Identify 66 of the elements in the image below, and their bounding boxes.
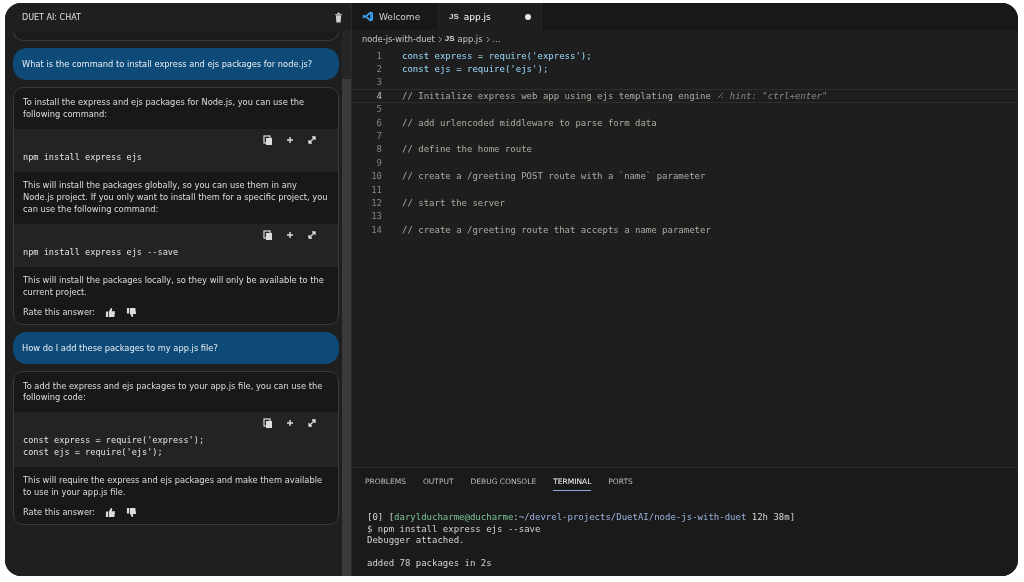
line-number: 13: [370, 211, 383, 222]
terminal-line: Debugger attached.: [367, 535, 465, 545]
line-number: 11: [370, 184, 383, 195]
plus-icon[interactable]: [285, 229, 295, 240]
answer-text: To add the express and ejs packages to your app.js file, you can use the following code:: [22, 380, 324, 405]
line-number: 6: [375, 117, 383, 128]
code-text: const ejs = require('ejs');: [402, 64, 549, 75]
chevron-icon: [485, 35, 490, 43]
terminal-line: [0] [darylducharme@ducharme:~/devrel-projects/DuetAI/node-js-with-duet 12h 38m]: [367, 512, 796, 522]
rate-label: Rate this answer:: [23, 307, 96, 318]
line-number: 2: [375, 64, 383, 75]
code-line: npm install express ejs --save: [23, 246, 180, 259]
answer-text: This will require the express and ejs packages and make them available to use in your app.js file.: [22, 475, 324, 500]
panel-title: DUET AI: CHAT: [22, 12, 81, 22]
code-comment: // Initialize express web app using ejs templating engine: [402, 90, 711, 101]
thumbs-down-icon[interactable]: [126, 506, 138, 518]
code-line: const express = require('express');: [23, 435, 206, 447]
thumbs-up-icon[interactable]: [105, 306, 117, 318]
expand-icon[interactable]: [307, 418, 317, 429]
line-number: 4: [375, 90, 383, 101]
inline-hint: hint: "ctrl+enter": [729, 90, 828, 101]
copy-icon[interactable]: [263, 229, 273, 240]
user-message: How do I add these packages to my app.js file?: [13, 331, 339, 364]
answer-text: This will install the packages locally, so they will only be available to the current project.: [22, 275, 325, 299]
expand-icon[interactable]: [307, 134, 317, 145]
answer-text: To install the express and ejs packages for Node.js, you can use the following command:: [22, 97, 306, 121]
code-line: npm install express ejs: [23, 151, 143, 164]
code-comment: // start the server: [402, 198, 505, 208]
line-number: 8: [375, 144, 383, 155]
rate-label: Rate this answer:: [23, 507, 96, 518]
chevron-icon: [437, 35, 442, 43]
line-number: 14: [370, 224, 383, 235]
copy-icon[interactable]: [263, 134, 273, 145]
file-type-label: JS: [449, 12, 459, 21]
code-comment: // define the home route: [402, 144, 533, 155]
user-message: What is the command to install express and ejs packages for node.js?: [13, 48, 339, 80]
code-comment: // create a /greeting route that accepts a name parameter: [402, 224, 711, 235]
line-number: 9: [375, 157, 383, 168]
line-number: 12: [370, 198, 383, 208]
line-number: 1: [375, 50, 383, 61]
file-type-label: JS: [444, 35, 455, 43]
code-editor-logo-icon: [362, 11, 374, 22]
thumbs-down-icon[interactable]: [126, 306, 138, 318]
line-number: 3: [375, 77, 383, 88]
trash-icon[interactable]: [334, 11, 343, 23]
line-number: 5: [375, 104, 383, 115]
plus-icon[interactable]: [285, 134, 295, 145]
breadcrumb-item[interactable]: ...: [492, 34, 501, 44]
copy-icon[interactable]: [263, 418, 273, 429]
code-line: const ejs = require('ejs');: [23, 446, 164, 459]
code-text: const express = require('express');: [402, 50, 592, 61]
breadcrumb-item[interactable]: app.js: [457, 34, 483, 44]
line-number: 7: [375, 131, 383, 142]
breadcrumb-item[interactable]: node-js-with-duet: [362, 34, 435, 44]
editor-tab[interactable]: JS app.js: [439, 3, 542, 30]
answer-text: This will install the packages globally, so you can use them in any Node.js project. If you only want to install them for a specific project, you can use the following command:: [22, 180, 329, 216]
expand-icon[interactable]: [307, 229, 317, 240]
code-comment: // create a /greeting POST route with a `name` parameter: [402, 171, 706, 182]
scrollbar[interactable]: [342, 31, 351, 576]
terminal-line: $ npm install express ejs --save: [367, 523, 541, 534]
plus-icon[interactable]: [285, 418, 295, 429]
unsaved-dot-icon: [525, 13, 531, 20]
thumbs-up-icon[interactable]: [105, 506, 117, 518]
line-number: 10: [370, 171, 383, 182]
code-comment: // add urlencoded middleware to parse form data: [402, 117, 657, 128]
terminal-line: added 78 packages in 2s: [367, 558, 492, 568]
